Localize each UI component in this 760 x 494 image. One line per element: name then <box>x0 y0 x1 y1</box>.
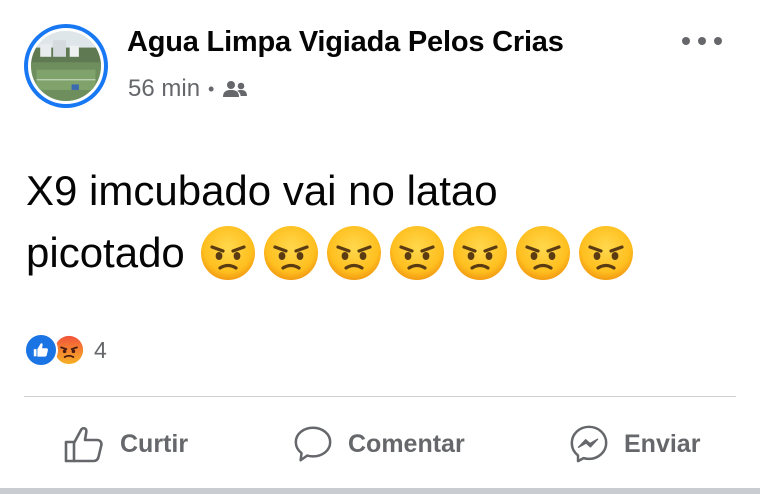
more-options-button[interactable] <box>682 30 722 52</box>
send-label: Enviar <box>624 429 701 458</box>
post-text-line-1: X9 imcubado vai no latao <box>26 167 498 214</box>
comment-button[interactable]: Comentar <box>292 418 465 470</box>
group-icon <box>222 79 248 99</box>
post-text-line-2-text: picotado <box>26 229 185 276</box>
post-time[interactable]: 56 min <box>128 75 200 103</box>
comment-bubble-icon <box>294 426 332 462</box>
reaction-count: 4 <box>94 336 107 363</box>
divider <box>24 396 736 397</box>
more-dots-icon <box>698 37 706 45</box>
thumbs-up-icon <box>64 426 103 463</box>
group-avatar[interactable] <box>24 24 108 108</box>
angry-face-emoji <box>325 224 383 282</box>
comment-label: Comentar <box>348 429 465 458</box>
post-meta: 56 min • <box>128 74 248 104</box>
angry-face-emoji <box>262 224 320 282</box>
bottom-separator <box>0 488 760 494</box>
angry-face-emoji <box>514 224 572 282</box>
emoji-row <box>199 224 640 282</box>
post-text: X9 imcubado vai no latao picotado <box>26 160 726 284</box>
avatar-image <box>28 28 104 104</box>
feed-post: Agua Limpa Vigiada Pelos Crias 56 min • … <box>0 0 760 494</box>
like-button[interactable]: Curtir <box>62 418 188 470</box>
angry-face-emoji <box>451 224 509 282</box>
angry-face-emoji <box>577 224 635 282</box>
reaction-summary[interactable]: 4 <box>24 333 107 367</box>
meta-separator: • <box>208 78 215 99</box>
messenger-icon <box>570 425 608 463</box>
group-name[interactable]: Agua Limpa Vigiada Pelos Crias <box>127 26 564 59</box>
like-reaction-icon <box>24 333 58 367</box>
send-button[interactable]: Enviar <box>568 418 700 470</box>
more-dots-icon <box>682 37 690 45</box>
angry-face-emoji <box>388 224 446 282</box>
post-text-line-2: picotado <box>26 222 726 284</box>
more-dots-icon <box>714 37 722 45</box>
like-label: Curtir <box>120 429 189 458</box>
angry-face-emoji <box>199 224 257 282</box>
